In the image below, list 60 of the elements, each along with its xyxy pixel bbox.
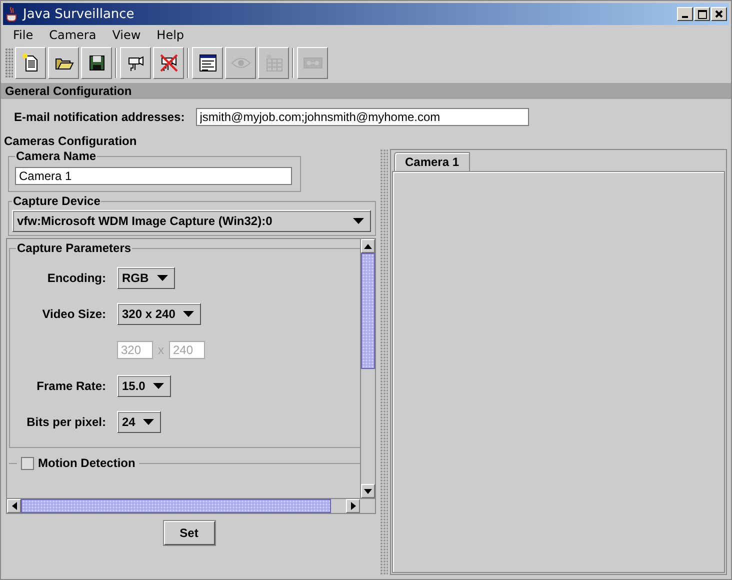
toolbar-button[interactable] (48, 47, 79, 79)
maximize-button[interactable] (694, 7, 710, 21)
field-label: Encoding: (46, 271, 106, 285)
group-title: Camera Name (15, 149, 98, 163)
menu-item[interactable]: Camera (41, 28, 104, 42)
menu-item[interactable]: File (5, 28, 42, 42)
dropdown[interactable]: 320 x 240 (117, 303, 202, 325)
toolbar-button[interactable] (153, 47, 184, 79)
list-window-icon (198, 53, 218, 73)
new-document-icon (20, 53, 40, 73)
close-icon (715, 10, 723, 18)
minimize-button[interactable] (677, 7, 693, 21)
field-label: Frame Rate: (36, 379, 106, 393)
scrollbar-thumb[interactable] (361, 253, 375, 369)
close-button[interactable] (711, 7, 727, 21)
toolbar-button[interactable] (192, 47, 223, 79)
checkbox[interactable] (21, 456, 34, 470)
table-icon (264, 53, 284, 73)
maximize-icon (698, 10, 706, 18)
window-title: Java Surveillance (23, 6, 134, 22)
email-label: E-mail notification addresses: (14, 110, 185, 124)
cup-icon (5, 6, 19, 22)
toolbar-button[interactable] (120, 47, 151, 79)
toolbar-button[interactable] (81, 47, 112, 79)
set-button[interactable]: Set (164, 521, 214, 545)
camera-name-field[interactable]: Camera 1 (15, 167, 292, 185)
dropdown[interactable]: 24 (117, 411, 162, 433)
checkbox-label[interactable]: Motion Detection (38, 456, 136, 470)
vertical-scrollbar[interactable] (360, 239, 375, 498)
down-arrow-icon (364, 488, 372, 494)
scroll-up-button[interactable] (361, 239, 375, 253)
scroll-down-button[interactable] (361, 484, 375, 498)
menu-item[interactable]: Help (148, 28, 192, 42)
email-field[interactable]: jsmith@myjob.com;johnsmith@myhome.com (196, 108, 529, 126)
left-arrow-icon (12, 502, 16, 510)
group-title: Capture Parameters (16, 241, 132, 255)
tab[interactable]: Camera 1 (394, 152, 470, 171)
menu-item[interactable]: View (104, 28, 149, 42)
caret-icon (153, 383, 164, 389)
scroll-left-button[interactable] (7, 499, 21, 513)
capture-device-dropdown[interactable]: vfw:Microsoft WDM Image Capture (Win32):0 (12, 210, 371, 232)
camera-crossed-icon (158, 53, 178, 73)
scrollbar-thumb[interactable] (21, 499, 331, 513)
section-header: General Configuration (1, 83, 731, 99)
caret-icon (156, 275, 168, 281)
toolbar-button[interactable] (15, 47, 46, 79)
caret-icon (353, 218, 364, 224)
right-arrow-icon (350, 502, 356, 510)
field-label: Video Size: (41, 307, 106, 321)
section-title: Cameras Configuration (3, 133, 138, 149)
toolbar-grip[interactable] (5, 48, 13, 78)
caret-icon (183, 311, 194, 317)
group-title: Capture Device (12, 194, 102, 208)
field-label: Bits per pixel: (26, 415, 106, 429)
up-arrow-icon (364, 244, 372, 248)
horizontal-scrollbar[interactable] (7, 498, 375, 513)
scroll-right-button[interactable] (346, 499, 360, 513)
dropdown[interactable]: RGB (117, 267, 175, 289)
caret-icon (143, 419, 154, 425)
dropdown[interactable]: 15.0 (117, 375, 172, 397)
